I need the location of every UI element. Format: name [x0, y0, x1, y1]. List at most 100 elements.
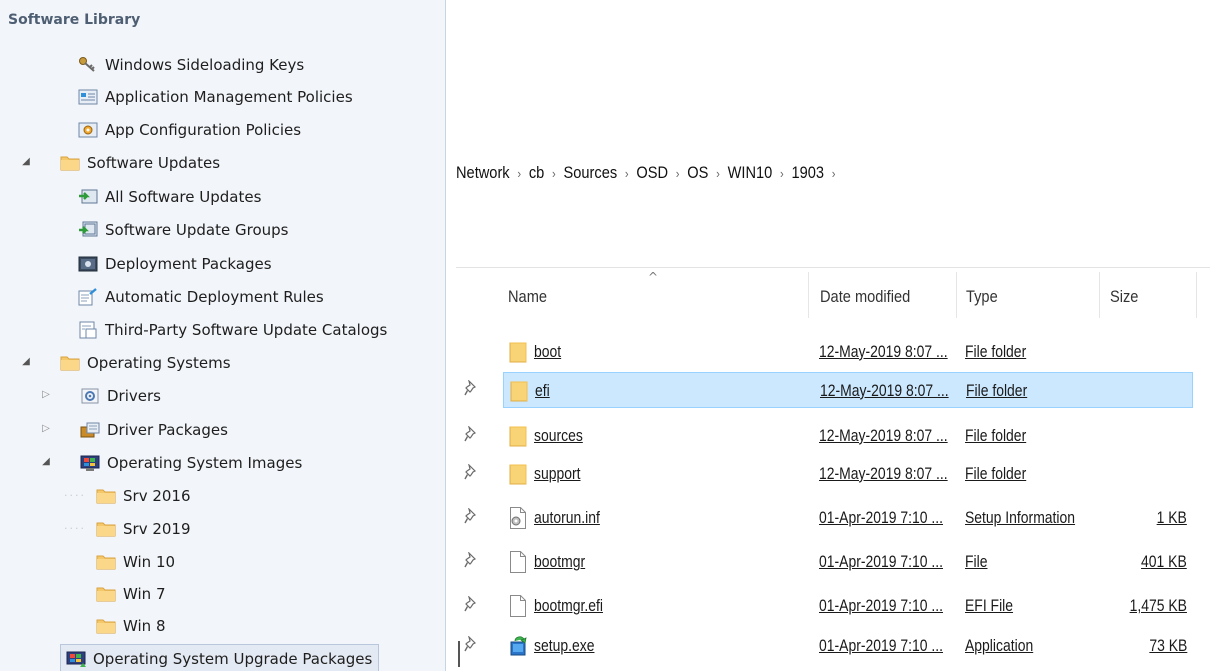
- tree-item-srv-2019[interactable]: Srv 2019: [96, 513, 191, 545]
- folder-icon: [509, 424, 527, 448]
- tree-item-app-configuration-policies[interactable]: App Configuration Policies: [78, 114, 301, 146]
- file-type: Application: [965, 636, 1034, 655]
- tree-item-drivers[interactable]: Drivers: [80, 380, 161, 412]
- blank-file-icon: [509, 594, 527, 618]
- tree-item-deployment-packages[interactable]: Deployment Packages: [78, 248, 272, 280]
- tree-item-win-7[interactable]: Win 7: [96, 578, 166, 610]
- tree-item-third-party-software-update-catalogs[interactable]: Third-Party Software Update Catalogs: [78, 314, 387, 346]
- breadcrumb-chevron-icon[interactable]: ›: [832, 166, 836, 181]
- column-header-type[interactable]: Type: [966, 276, 998, 318]
- breadcrumb-item-1903[interactable]: 1903: [792, 163, 825, 183]
- expand-arrow-icon[interactable]: ▷: [40, 423, 52, 434]
- tree-item-label: Srv 2016: [123, 487, 191, 505]
- file-row-efi[interactable]: efi 12-May-2019 8:07 ... File folder: [503, 372, 1193, 408]
- tree-item-win-10[interactable]: Win 10: [96, 546, 175, 578]
- setup-info-file-icon: [509, 506, 527, 530]
- tree-item-software-update-groups[interactable]: Software Update Groups: [78, 214, 288, 246]
- file-date-modified: 12-May-2019 8:07 ...: [820, 381, 949, 400]
- file-date-modified: 01-Apr-2019 7:10 ...: [819, 552, 943, 571]
- collapse-arrow-icon[interactable]: ◢: [20, 156, 32, 167]
- tree-item-label: Application Management Policies: [105, 88, 353, 106]
- collapse-arrow-icon[interactable]: ◢: [20, 356, 32, 367]
- tree-item-label: Driver Packages: [107, 421, 228, 439]
- file-size: 401 KB: [1141, 552, 1187, 571]
- file-type: File folder: [965, 464, 1027, 483]
- policy-icon: [78, 88, 98, 106]
- file-date-modified: 01-Apr-2019 7:10 ...: [819, 508, 943, 527]
- folder-icon: [60, 154, 80, 172]
- pin-icon[interactable]: [464, 551, 478, 572]
- software-library-tree: Software Library Windows Sideloading Key…: [0, 0, 446, 671]
- collapse-arrow-icon[interactable]: ◢: [40, 456, 52, 467]
- file-size: 1 KB: [1156, 508, 1187, 527]
- os-images-icon: [80, 454, 100, 472]
- pin-icon[interactable]: [464, 425, 478, 446]
- tree-item-operating-systems[interactable]: Operating Systems: [60, 347, 231, 379]
- tree-item-windows-sideloading-keys[interactable]: Windows Sideloading Keys: [78, 49, 304, 81]
- tree-item-driver-packages[interactable]: Driver Packages: [80, 414, 228, 446]
- breadcrumb-item-win10[interactable]: WIN10: [728, 163, 773, 183]
- file-row-sources[interactable]: sources 12-May-2019 8:07 ... File folder: [503, 418, 1193, 454]
- file-date-modified: 12-May-2019 8:07 ...: [819, 464, 948, 483]
- file-row-boot[interactable]: boot 12-May-2019 8:07 ... File folder: [503, 334, 1193, 370]
- tree-item-operating-system-images[interactable]: Operating System Images: [80, 447, 302, 479]
- tree-item-all-software-updates[interactable]: All Software Updates: [78, 181, 261, 213]
- file-type: File folder: [966, 381, 1028, 400]
- tree-item-automatic-deployment-rules[interactable]: Automatic Deployment Rules: [78, 281, 324, 313]
- file-row-support[interactable]: support 12-May-2019 8:07 ... File folder: [503, 456, 1193, 492]
- file-row-setup-exe[interactable]: setup.exe 01-Apr-2019 7:10 ... Application…: [503, 628, 1193, 664]
- file-type: Setup Information: [965, 508, 1076, 527]
- tree-item-label: Software Update Groups: [105, 221, 289, 239]
- config-policy-icon: [78, 121, 98, 139]
- tree-item-software-updates[interactable]: Software Updates: [60, 147, 220, 179]
- breadcrumb-item-os[interactable]: OS: [687, 163, 708, 183]
- column-header-date-modified[interactable]: Date modified: [820, 276, 910, 318]
- file-type: File folder: [965, 426, 1027, 445]
- breadcrumb-item-osd[interactable]: OSD: [636, 163, 668, 183]
- tree-item-win-8[interactable]: Win 8: [96, 610, 166, 642]
- file-row-bootmgr-efi[interactable]: bootmgr.efi 01-Apr-2019 7:10 ... EFI File 1…: [503, 588, 1193, 624]
- tree-item-application-management-policies[interactable]: Application Management Policies: [78, 81, 353, 113]
- column-header-size[interactable]: Size: [1110, 276, 1138, 318]
- breadcrumb-chevron-icon[interactable]: ›: [517, 166, 521, 181]
- breadcrumb-chevron-icon[interactable]: ›: [676, 166, 680, 181]
- file-row-autorun-inf[interactable]: autorun.inf 01-Apr-2019 7:10 ... Setup Inf…: [503, 500, 1193, 536]
- file-date-modified: 01-Apr-2019 7:10 ...: [819, 636, 943, 655]
- file-name: bootmgr.efi: [534, 596, 603, 615]
- folder-icon: [96, 617, 116, 635]
- pin-icon[interactable]: [464, 635, 478, 656]
- breadcrumb-chevron-icon[interactable]: ›: [552, 166, 556, 181]
- breadcrumb-chevron-icon[interactable]: ›: [716, 166, 720, 181]
- tree-item-label: Operating System Upgrade Packages: [93, 650, 373, 668]
- file-type: File: [965, 552, 988, 571]
- file-row-bootmgr[interactable]: bootmgr 01-Apr-2019 7:10 ... File 401 KB: [503, 544, 1193, 580]
- expand-arrow-icon[interactable]: ▷: [40, 389, 52, 400]
- breadcrumb-item-network[interactable]: Network: [456, 163, 510, 183]
- column-divider[interactable]: [808, 272, 809, 318]
- breadcrumb-item-cb[interactable]: cb: [529, 163, 544, 183]
- file-name: setup.exe: [534, 636, 595, 655]
- column-divider[interactable]: [1099, 272, 1100, 318]
- pin-icon[interactable]: [464, 379, 478, 400]
- file-date-modified: 12-May-2019 8:07 ...: [819, 426, 948, 445]
- breadcrumb-chevron-icon[interactable]: ›: [780, 166, 784, 181]
- column-divider[interactable]: [1196, 272, 1197, 318]
- pin-icon[interactable]: [464, 595, 478, 616]
- key-icon: [78, 56, 98, 74]
- pin-icon[interactable]: [464, 463, 478, 484]
- tree-connector-dots: ····: [64, 522, 86, 535]
- column-header-name[interactable]: Name: [508, 276, 547, 318]
- column-divider[interactable]: [956, 272, 957, 318]
- folder-icon: [96, 585, 116, 603]
- file-type: File folder: [965, 342, 1027, 361]
- tree-item-srv-2016[interactable]: Srv 2016: [96, 480, 191, 512]
- breadcrumb-chevron-icon[interactable]: ›: [625, 166, 629, 181]
- pin-icon[interactable]: [464, 507, 478, 528]
- breadcrumb-item-sources[interactable]: Sources: [564, 163, 618, 183]
- driver-packages-icon: [80, 421, 100, 439]
- folder-icon: [60, 354, 80, 372]
- tree-item-operating-system-upgrade-packages[interactable]: Operating System Upgrade Packages: [60, 644, 380, 671]
- tree-item-label: Win 8: [123, 617, 166, 635]
- catalog-icon: [78, 321, 98, 339]
- tree-connector-dots: ····: [64, 489, 86, 502]
